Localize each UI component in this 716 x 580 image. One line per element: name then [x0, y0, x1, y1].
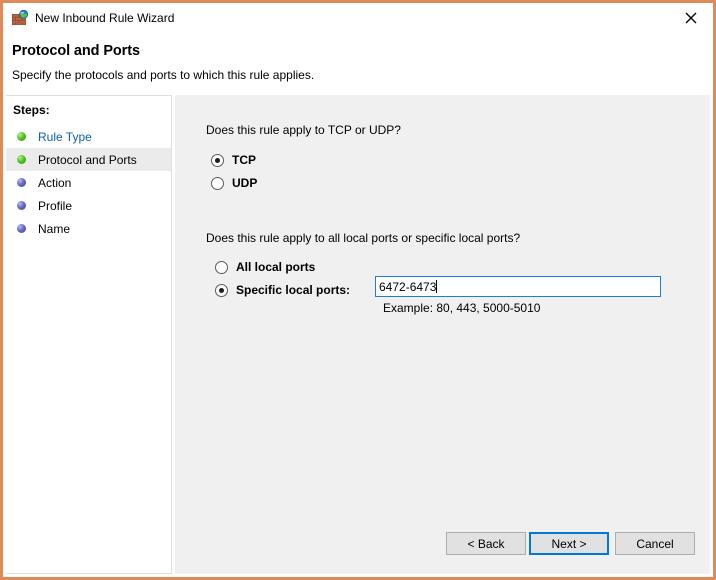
step-bullet-icon	[17, 155, 26, 164]
sidebar-item-action[interactable]: Action	[6, 171, 171, 194]
radio-all-local-ports-label: All local ports	[236, 260, 316, 274]
button-bar: < Back Next > Cancel	[175, 524, 710, 574]
ports-question: Does this rule apply to all local ports …	[206, 231, 521, 245]
steps-list: Rule Type Protocol and Ports Action Prof…	[6, 125, 171, 240]
radio-specific-local-ports[interactable]: Specific local ports:	[215, 281, 350, 299]
firewall-globe-icon	[12, 9, 29, 26]
window-title: New Inbound Rule Wizard	[35, 11, 175, 25]
radio-button-icon	[211, 153, 224, 167]
radio-button-icon	[215, 283, 228, 297]
title-bar: New Inbound Rule Wizard	[3, 3, 713, 34]
sidebar-item-name[interactable]: Name	[6, 217, 171, 240]
sidebar-item-label: Profile	[38, 198, 73, 213]
radio-button-icon	[211, 176, 224, 190]
sidebar-item-label: Name	[38, 221, 71, 236]
content-panel: Does this rule apply to TCP or UDP? TCP …	[175, 95, 710, 574]
radio-specific-local-ports-label: Specific local ports:	[236, 283, 351, 297]
page-subtitle: Specify the protocols and ports to which…	[12, 68, 315, 82]
radio-all-local-ports[interactable]: All local ports	[215, 258, 315, 276]
radio-button-icon	[215, 260, 228, 274]
step-bullet-icon	[17, 224, 26, 233]
radio-tcp[interactable]: TCP	[211, 151, 256, 169]
wizard-window: New Inbound Rule Wizard Protocol and Por…	[0, 0, 716, 580]
text-caret	[436, 280, 438, 293]
close-icon[interactable]	[668, 3, 713, 33]
radio-tcp-label: TCP	[232, 153, 256, 167]
specific-local-ports-input[interactable]: 6472-6473	[375, 276, 661, 297]
cancel-button[interactable]: Cancel	[615, 532, 695, 555]
radio-udp-label: UDP	[232, 176, 258, 190]
sidebar-item-profile[interactable]: Profile	[6, 194, 171, 217]
specific-local-ports-value: 6472-6473	[379, 279, 437, 294]
sidebar-item-label: Protocol and Ports	[38, 152, 137, 167]
next-button[interactable]: Next >	[529, 532, 609, 555]
sidebar-item-label: Rule Type	[38, 129, 92, 144]
radio-udp[interactable]: UDP	[211, 174, 257, 192]
page-header: Protocol and Ports Specify the protocols…	[3, 34, 713, 91]
steps-heading: Steps:	[13, 103, 50, 117]
step-bullet-icon	[17, 132, 26, 141]
sidebar-item-label: Action	[38, 175, 72, 190]
page-title: Protocol and Ports	[12, 43, 140, 59]
ports-example-hint: Example: 80, 443, 5000-5010	[383, 301, 541, 315]
back-button[interactable]: < Back	[446, 532, 526, 555]
step-bullet-icon	[17, 178, 26, 187]
steps-sidebar: Steps: Rule Type Protocol and Ports Acti…	[6, 95, 172, 574]
protocol-question: Does this rule apply to TCP or UDP?	[206, 123, 401, 137]
step-bullet-icon	[17, 201, 26, 210]
sidebar-item-rule-type[interactable]: Rule Type	[6, 125, 171, 148]
sidebar-item-protocol-and-ports[interactable]: Protocol and Ports	[6, 148, 171, 171]
